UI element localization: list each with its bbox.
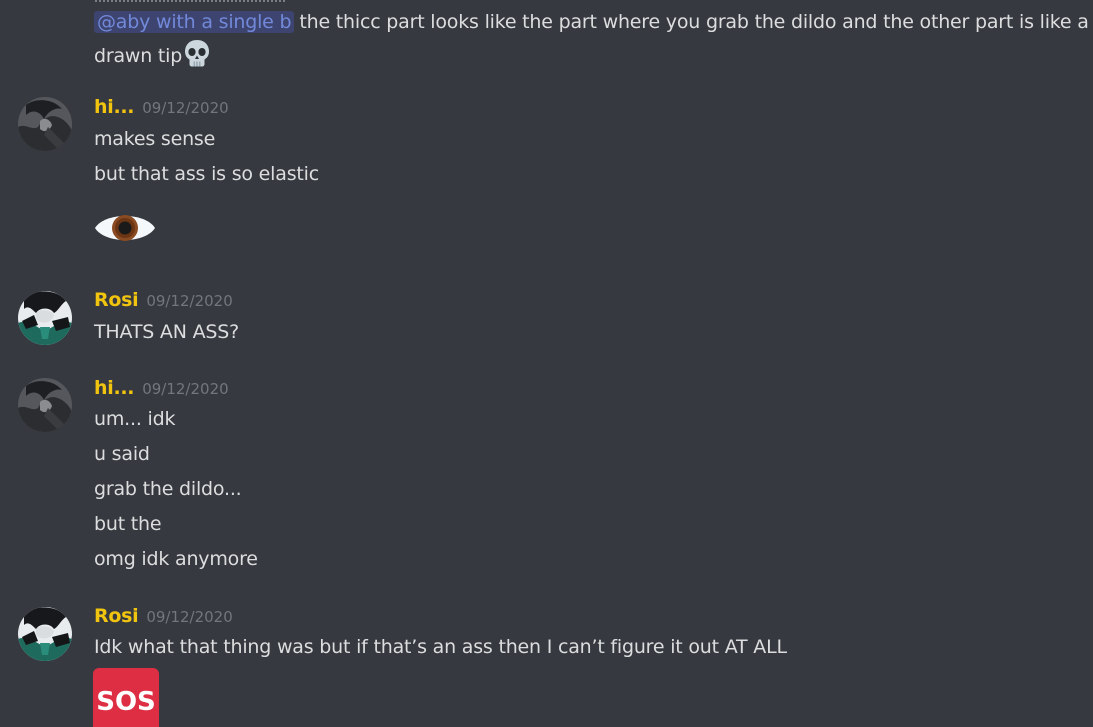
message-header: hi... 09/12/2020 bbox=[94, 96, 229, 118]
message-text: the thicc part looks like the part where… bbox=[299, 11, 1093, 33]
timestamp: 09/12/2020 bbox=[146, 292, 233, 310]
sos-label: SOS bbox=[96, 687, 156, 717]
eye-icon bbox=[93, 208, 157, 252]
message-text: makes sense bbox=[94, 128, 216, 150]
username[interactable]: hi... bbox=[94, 96, 135, 118]
message-header: Rosi 09/12/2020 bbox=[94, 289, 233, 311]
avatar[interactable] bbox=[18, 291, 72, 345]
sos-icon: SOS bbox=[93, 668, 159, 727]
clipped-reply-line bbox=[95, 0, 295, 2]
chat-messages: @aby with a single b the thicc part looks… bbox=[0, 0, 1093, 727]
user-mention[interactable]: @aby with a single b bbox=[94, 11, 295, 33]
message-text: but that ass is so elastic bbox=[94, 163, 319, 185]
avatar[interactable] bbox=[18, 378, 72, 432]
username[interactable]: Rosi bbox=[94, 605, 139, 627]
message-continuation: @aby with a single b the thicc part looks… bbox=[94, 7, 1093, 78]
message-text: drawn tip bbox=[94, 45, 183, 67]
skull-icon bbox=[182, 38, 212, 78]
message-text: um... idk bbox=[94, 408, 176, 430]
username[interactable]: hi... bbox=[94, 377, 135, 399]
timestamp: 09/12/2020 bbox=[142, 99, 229, 117]
avatar[interactable] bbox=[18, 97, 72, 151]
message-text: but the bbox=[94, 513, 162, 535]
message-text: omg idk anymore bbox=[94, 548, 258, 570]
avatar[interactable] bbox=[18, 607, 72, 661]
message-text: THATS AN ASS? bbox=[94, 321, 239, 343]
message-header: hi... 09/12/2020 bbox=[94, 377, 229, 399]
message-header: Rosi 09/12/2020 bbox=[94, 605, 233, 627]
timestamp: 09/12/2020 bbox=[142, 380, 229, 398]
message-text: u said bbox=[94, 443, 150, 465]
timestamp: 09/12/2020 bbox=[146, 608, 233, 626]
username[interactable]: Rosi bbox=[94, 289, 139, 311]
message-text: grab the dildo... bbox=[94, 478, 242, 500]
message-text: Idk what that thing was but if that’s an… bbox=[94, 636, 787, 658]
